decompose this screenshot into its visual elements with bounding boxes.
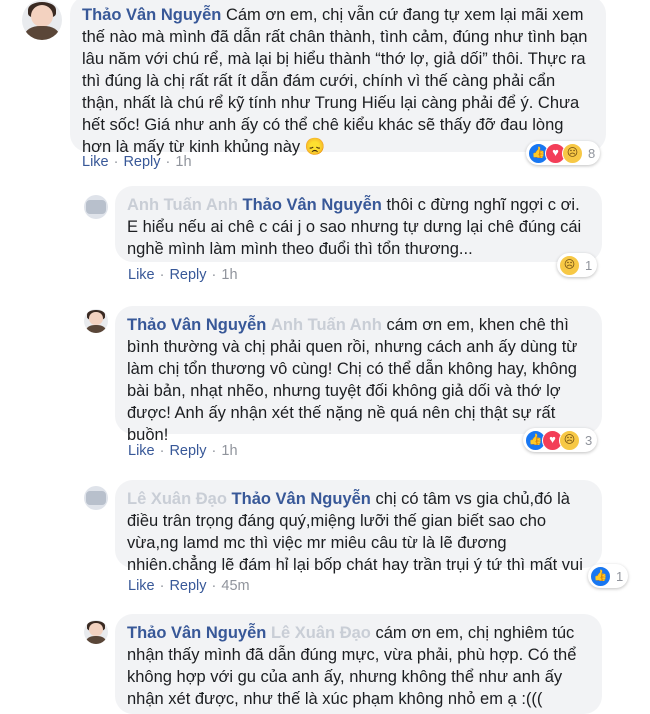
comment-bubble: Anh Tuấn Anh Thảo Vân Nguyễn thôi c đừng… [115,186,602,262]
avatar-placeholder [86,490,106,506]
comment-actions: Like · Reply · 1h [128,267,238,283]
sad-reaction-icon: ☹ [562,142,583,164]
avatar-face [89,311,103,326]
avatar[interactable] [22,0,62,40]
reaction-count: 1 [585,257,593,273]
comment-author[interactable]: Thảo Vân Nguyễn [127,316,266,334]
timestamp[interactable]: 1h [221,443,237,459]
avatar-body [85,635,107,644]
reply-link[interactable]: Reply [123,154,160,170]
avatar[interactable] [84,309,108,333]
avatar-placeholder [86,199,106,215]
reaction-count: 8 [588,145,596,161]
avatar[interactable] [84,195,108,219]
avatar-body [25,26,59,40]
separator: · [159,443,165,459]
comment-bubble: Thảo Vân Nguyễn Cám ơn em, chị vẫn cứ đa… [70,0,606,156]
comment-author[interactable]: Lê Xuân Đạo [127,490,227,508]
comment-bubble: Thảo Vân Nguyễn Lê Xuân Đạo cám ơn em, c… [115,614,602,714]
separator: · [211,443,217,459]
avatar[interactable] [84,486,108,510]
separator: · [159,267,165,283]
comment-actions: Like · Reply · 1h [128,443,238,459]
timestamp[interactable]: 45m [221,578,249,594]
comment-actions: Like · Reply · 1h [82,154,192,170]
comment-author[interactable]: Thảo Vân Nguyễn [82,6,221,24]
reply-link[interactable]: Reply [169,443,206,459]
comment-bubble: Thảo Vân Nguyễn Anh Tuấn Anh cám ơn em, … [115,306,602,444]
separator: · [159,578,165,594]
reaction-count: 1 [616,568,624,584]
sad-reaction-icon: ☹ [559,254,580,276]
reply-link[interactable]: Reply [169,578,206,594]
like-link[interactable]: Like [82,154,109,170]
reactions-summary[interactable]: 👍 ♥ ☹ 3 [523,428,598,452]
timestamp[interactable]: 1h [175,154,191,170]
like-link[interactable]: Like [128,267,155,283]
comment-text: Cám ơn em, chị vẫn cứ đang tự xem lại mã… [82,6,588,156]
comment-actions: Like · Reply · 45m [128,578,250,594]
mention-link[interactable]: Anh Tuấn Anh [271,316,382,334]
like-link[interactable]: Like [128,443,155,459]
comment-author[interactable]: Anh Tuấn Anh [127,196,238,214]
reactions-summary[interactable]: 👍 1 [588,564,629,588]
comment-author[interactable]: Thảo Vân Nguyễn [127,624,266,642]
avatar-face [30,4,54,28]
separator: · [113,154,119,170]
comment-bubble: Lê Xuân Đạo Thảo Vân Nguyễn chị có tâm v… [115,480,602,574]
comment-text: cám ơn em, khen chê thì bình thường và c… [127,316,578,444]
reply-link[interactable]: Reply [169,267,206,283]
sad-reaction-icon: ☹ [559,429,580,451]
separator: · [211,578,217,594]
like-reaction-icon: 👍 [590,565,611,587]
avatar-body [85,324,107,333]
separator: · [165,154,171,170]
mention-link[interactable]: Thảo Vân Nguyễn [243,196,382,214]
like-link[interactable]: Like [128,578,155,594]
reaction-count: 3 [585,432,593,448]
reactions-summary[interactable]: 👍 ♥ ☹ 8 [526,141,601,165]
avatar[interactable] [84,620,108,644]
mention-link[interactable]: Thảo Vân Nguyễn [232,490,371,508]
timestamp[interactable]: 1h [221,267,237,283]
avatar-face [89,622,103,637]
mention-link[interactable]: Lê Xuân Đạo [271,624,371,642]
separator: · [211,267,217,283]
reactions-summary[interactable]: ☹ 1 [557,253,598,277]
